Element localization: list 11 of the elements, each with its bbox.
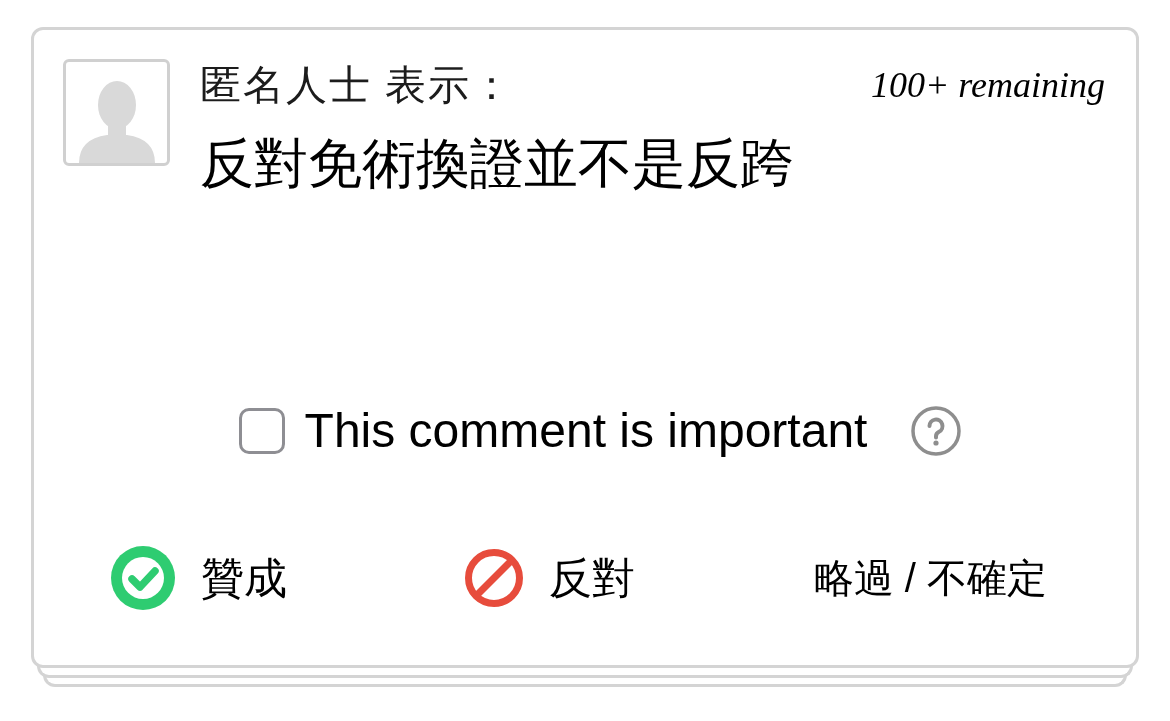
check-circle-icon xyxy=(111,546,175,610)
important-checkbox[interactable] xyxy=(238,408,285,454)
help-icon[interactable] xyxy=(911,406,962,456)
agree-button[interactable]: 贊成 xyxy=(111,546,287,610)
comment-text: 反對免術換證並不是反跨 xyxy=(200,132,795,195)
remaining-count: 100+ remaining xyxy=(871,64,1105,107)
author-label: 匿名人士 表示： xyxy=(200,61,516,110)
important-label: This comment is important xyxy=(304,403,868,459)
disagree-button[interactable]: 反對 xyxy=(465,549,636,607)
ban-icon xyxy=(465,549,524,607)
pass-button[interactable]: 略過 / 不確定 xyxy=(813,550,1047,606)
